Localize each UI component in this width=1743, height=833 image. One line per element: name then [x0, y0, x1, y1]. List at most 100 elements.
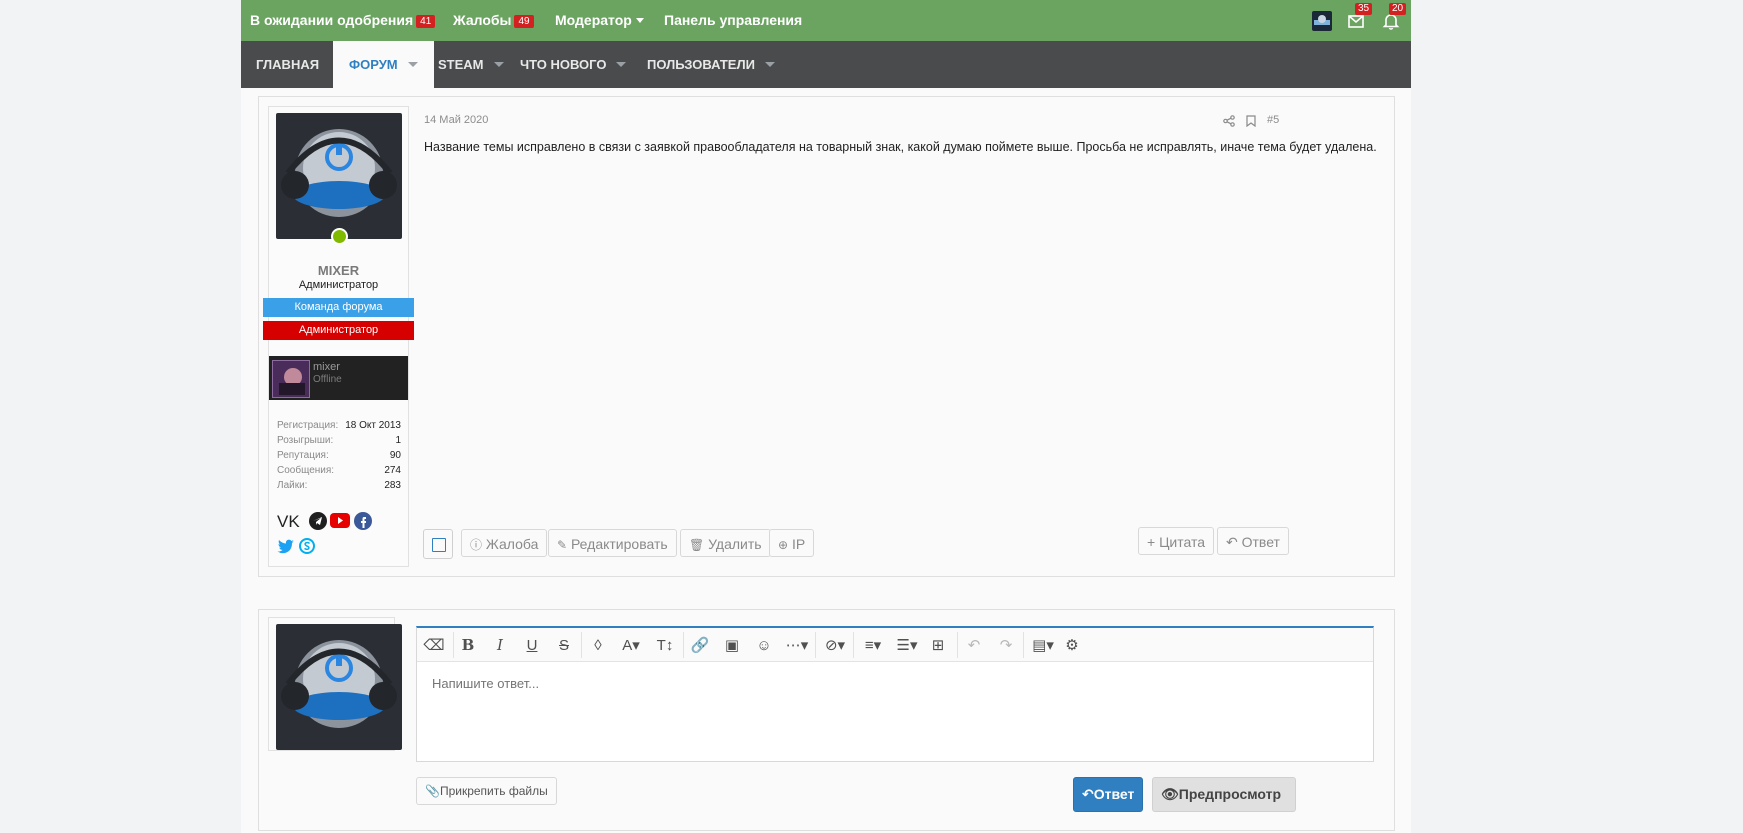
steam-avatar [272, 360, 310, 398]
post-date[interactable]: 14 Май 2020 [424, 114, 488, 126]
preview-label: Предпросмотр [1178, 786, 1282, 802]
nav-whats-new[interactable]: Что нового [520, 41, 627, 88]
stat-row: Репутация: 90 [277, 448, 401, 463]
vk-icon[interactable]: VK [277, 512, 300, 532]
drafts-icon[interactable]: ▤▾ [1029, 634, 1057, 656]
avatar[interactable] [276, 113, 402, 239]
youtube-icon[interactable] [330, 513, 350, 533]
report-button[interactable]: ⓘ Жалоба [461, 529, 548, 557]
edit-icon: ✎ [557, 538, 568, 552]
stat-value: 18 Окт 2013 [345, 420, 401, 431]
table-icon[interactable]: ⊞ [927, 634, 949, 656]
user-avatar-icon[interactable] [1312, 11, 1332, 31]
skype-icon[interactable] [299, 538, 315, 559]
reply-button[interactable]: ↶ Ответ [1217, 527, 1289, 555]
reports-link[interactable]: Жалобы 49 [453, 0, 534, 41]
toolbar-divider [581, 632, 582, 658]
bold-icon[interactable]: B [457, 634, 479, 656]
chevron-down-icon [635, 18, 644, 23]
post-message: Название темы исправлено в связи с заявк… [424, 140, 1377, 154]
nav-home[interactable]: Главная [256, 41, 319, 88]
admin-panel-link[interactable]: Панель управления [664, 0, 802, 41]
attach-files-label: Прикрепить файлы [439, 784, 548, 798]
telegram-icon[interactable] [309, 512, 327, 535]
chevron-down-icon[interactable] [493, 62, 504, 67]
awaiting-approval-link[interactable]: В ожидании одобрения 41 [250, 0, 436, 41]
alerts-count-badge: 20 [1389, 3, 1407, 15]
reply-textarea[interactable] [417, 662, 1373, 760]
underline-icon[interactable]: U [521, 634, 543, 656]
chevron-down-icon[interactable] [764, 62, 775, 67]
avatar[interactable] [276, 624, 402, 750]
ip-label: IP [791, 536, 806, 552]
toolbar-divider [683, 632, 684, 658]
select-post-checkbox[interactable] [423, 529, 453, 559]
image-icon[interactable]: ▣ [721, 634, 743, 656]
steam-card[interactable]: mixer Offline [269, 356, 408, 400]
stat-label: Лайки: [277, 480, 308, 491]
toolbar-divider [957, 632, 958, 658]
font-size-icon[interactable]: T↕ [651, 634, 679, 656]
reply-editor: ⌫ B I U S ◊ A▾ T↕ 🔗 ▣ ☺ ⋯▾ ⊘▾ ≡▾ ☰▾ ⊞ ↶ … [416, 626, 1374, 762]
bookmark-icon[interactable] [1246, 114, 1256, 132]
hide-content-icon[interactable]: ⊘▾ [821, 634, 849, 656]
link-icon[interactable]: 🔗 [689, 634, 711, 656]
chevron-down-icon[interactable] [616, 62, 627, 67]
reports-label: Жалобы [453, 12, 512, 28]
gear-icon[interactable]: ⚙ [1061, 634, 1083, 656]
stat-label: Регистрация: [277, 420, 339, 431]
stat-value: 283 [384, 480, 401, 491]
steam-status: Offline [313, 374, 342, 385]
nav-steam[interactable]: Steam [438, 41, 504, 88]
redo-icon[interactable]: ↷ [995, 634, 1017, 656]
toolbar-divider [815, 632, 816, 658]
delete-button[interactable]: 🗑 Удалить [680, 529, 771, 557]
reply-icon: ↶ [1226, 534, 1238, 550]
chevron-down-icon[interactable] [407, 62, 418, 67]
facebook-icon[interactable] [354, 512, 372, 535]
eraser-icon[interactable]: ⌫ [423, 634, 445, 656]
edit-button[interactable]: ✎ Редактировать [548, 529, 677, 557]
quote-label: Цитата [1159, 534, 1206, 550]
moderator-label: Модератор [555, 12, 632, 28]
undo-icon[interactable]: ↶ [963, 634, 985, 656]
post-author-name[interactable]: MIXER [269, 263, 408, 278]
reply-label: Ответ [1241, 534, 1280, 550]
moderator-menu[interactable]: Модератор [555, 0, 644, 41]
color-drop-icon[interactable]: ◊ [587, 634, 609, 656]
nav-members[interactable]: Пользователи [647, 41, 775, 88]
user-title: Администратор [298, 279, 379, 291]
ip-button[interactable]: ⊕ IP [769, 529, 815, 557]
more-options-icon[interactable]: ⋯▾ [783, 634, 811, 656]
reply-avatar-cell [268, 617, 402, 751]
quote-button[interactable]: + Цитата [1138, 527, 1215, 555]
stat-label: Репутация: [277, 450, 329, 461]
checkbox-square-icon [432, 538, 446, 552]
preview-button[interactable]: 👁Предпросмотр [1152, 777, 1296, 812]
awaiting-approval-label: В ожидании одобрения [250, 12, 414, 28]
list-icon[interactable]: ☰▾ [893, 634, 921, 656]
post-number[interactable]: #5 [1267, 114, 1279, 126]
attach-files-button[interactable]: 📎Прикрепить файлы [416, 777, 557, 805]
stat-row: Сообщения: 274 [277, 463, 401, 478]
admin-panel-label: Панель управления [664, 12, 803, 28]
share-icon[interactable] [1223, 114, 1235, 132]
nav-whats-new-label: Что нового [520, 57, 607, 72]
align-left-icon[interactable]: ≡▾ [859, 634, 887, 656]
strikethrough-icon[interactable]: S [553, 634, 575, 656]
admin-banner: Администратор [263, 321, 414, 340]
font-family-icon[interactable]: A▾ [617, 634, 645, 656]
stat-row: Лайки: 283 [277, 478, 401, 493]
user-cell: MIXER Администратор Команда форума Админ… [263, 106, 414, 567]
smiley-icon[interactable]: ☺ [753, 634, 775, 656]
reports-count: 49 [514, 15, 534, 28]
twitter-icon[interactable] [277, 538, 295, 559]
nav-forum[interactable]: Форум [333, 41, 434, 88]
globe-icon: ⊕ [778, 538, 789, 552]
italic-icon[interactable]: I [489, 634, 511, 656]
quick-reply: ⌫ B I U S ◊ A▾ T↕ 🔗 ▣ ☺ ⋯▾ ⊘▾ ≡▾ ☰▾ ⊞ ↶ … [258, 609, 1395, 831]
stat-value: 90 [389, 450, 401, 461]
nav-forum-label: Форум [349, 57, 398, 72]
submit-reply-button[interactable]: ↶Ответ [1073, 777, 1144, 812]
warning-circle-icon: ⓘ [470, 538, 483, 552]
